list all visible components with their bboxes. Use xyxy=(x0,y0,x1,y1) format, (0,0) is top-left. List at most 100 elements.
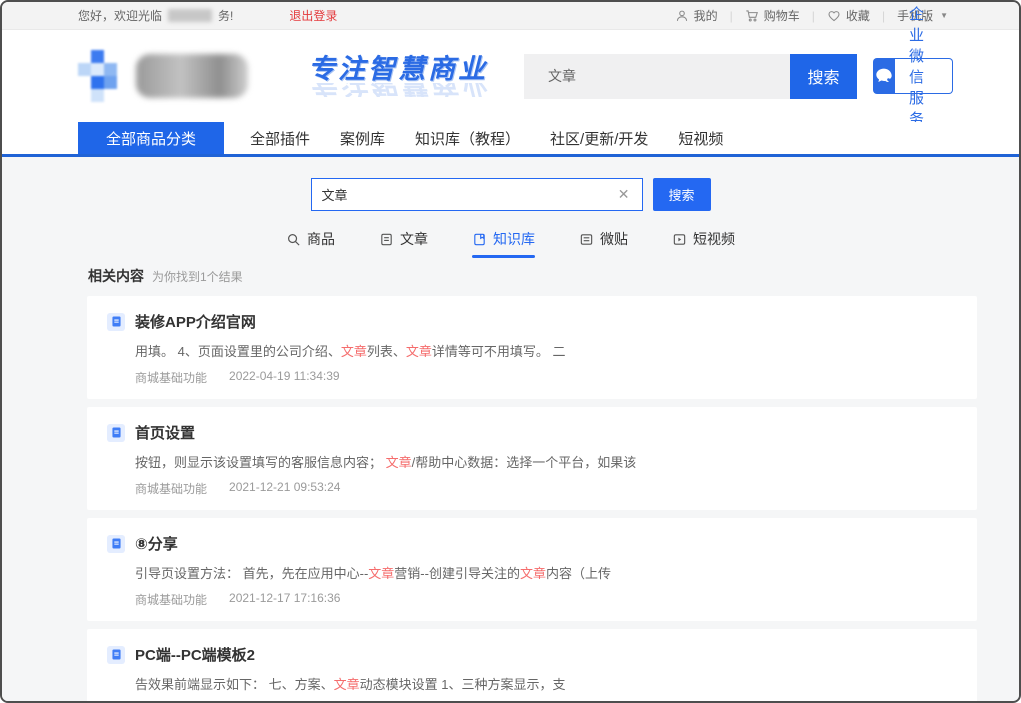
site-logo[interactable] xyxy=(78,50,248,102)
result-list: 装修APP介绍官网用填。 4、页面设置里的公司介绍、文章列表、文章详情等可不用填… xyxy=(87,296,977,701)
result-title: ⑧分享 xyxy=(135,533,178,554)
results-count: 为你找到1个结果 xyxy=(152,268,243,285)
separator: | xyxy=(730,9,733,23)
inner-search-button[interactable]: 搜索 xyxy=(653,178,711,211)
main-nav: 全部商品分类 全部插件 案例库 知识库（教程） 社区/更新/开发 短视频 xyxy=(2,122,1019,157)
header-search: 文章 搜索 xyxy=(524,54,857,99)
tab-label: 知识库 xyxy=(493,229,535,249)
document-icon xyxy=(107,535,125,553)
keyword-highlight: 文章 xyxy=(386,455,412,470)
inner-search: 文章 ✕ 搜索 xyxy=(311,178,711,211)
inner-search-value: 文章 xyxy=(322,185,616,204)
snippet-text: 用填。 4、页面设置里的公司介绍、 xyxy=(135,344,341,359)
nav-item-3[interactable]: 社区/更新/开发 xyxy=(550,128,648,149)
result-date: 2022-04-19 11:34:39 xyxy=(229,369,340,386)
nav-item-1[interactable]: 案例库 xyxy=(340,128,385,149)
result-title: 装修APP介绍官网 xyxy=(135,311,256,332)
result-title: 首页设置 xyxy=(135,422,195,443)
snippet-text: 营销--创建引导关注的 xyxy=(394,566,520,581)
topbar-link-0[interactable]: 我的 xyxy=(675,7,718,24)
nav-item-4[interactable]: 短视频 xyxy=(678,128,723,149)
user-icon xyxy=(675,9,689,23)
result-meta: 商城基础功能 2022-04-19 11:34:39 xyxy=(107,369,957,386)
keyword-highlight: 文章 xyxy=(520,566,546,581)
site-header: 专注智慧商业 专注智慧商业 文章 搜索 企业微信服务商 xyxy=(2,30,1019,122)
tab-label: 商品 xyxy=(307,229,335,249)
snippet-text: 引导页设置方法： 首先，先在应用中心-- xyxy=(135,566,368,581)
book-icon xyxy=(472,232,487,247)
result-date: 2021-12-21 09:53:24 xyxy=(229,480,340,497)
result-item-2[interactable]: ⑧分享引导页设置方法： 首先，先在应用中心--文章营销--创建引导关注的文章内容… xyxy=(87,518,977,621)
result-item-1[interactable]: 首页设置按钮，则显示该设置填写的客服信息内容； 文章/帮助中心数据：选择一个平台… xyxy=(87,407,977,510)
greeting-suffix: 务! xyxy=(218,7,233,24)
tab-3[interactable]: 微贴 xyxy=(579,226,628,252)
video-icon xyxy=(672,232,687,247)
result-meta: 商城基础功能 2021-12-17 17:16:36 xyxy=(107,591,957,608)
browser-window: 您好，欢迎光临 务! 退出登录 我的|购物车|收藏|手机版▼ xyxy=(0,0,1021,703)
heart-icon xyxy=(827,9,841,23)
topbar-link-label: 我的 xyxy=(694,7,718,24)
list-icon xyxy=(579,232,594,247)
nav-item-2[interactable]: 知识库（教程） xyxy=(415,128,520,149)
slogan-reflection: 专注智慧商业 xyxy=(308,83,488,97)
result-category: 商城基础功能 xyxy=(135,369,207,386)
tab-4[interactable]: 短视频 xyxy=(672,226,735,252)
result-category: 商城基础功能 xyxy=(135,480,207,497)
results-header: 相关内容 为你找到1个结果 xyxy=(78,266,968,286)
search-icon xyxy=(286,232,301,247)
result-snippet: 引导页设置方法： 首先，先在应用中心--文章营销--创建引导关注的文章内容（上传 xyxy=(107,563,957,582)
topbar-link-label: 收藏 xyxy=(846,7,870,24)
doc-icon xyxy=(379,232,394,247)
topbar-link-label: 购物车 xyxy=(764,7,800,24)
tab-1[interactable]: 文章 xyxy=(379,226,428,252)
snippet-text: /帮助中心数据：选择一个平台，如果该 xyxy=(412,455,637,470)
all-categories-button[interactable]: 全部商品分类 xyxy=(78,122,224,154)
greeting-area: 您好，欢迎光临 务! 退出登录 xyxy=(78,7,337,24)
keyword-highlight: 文章 xyxy=(341,344,367,359)
topbar-link-1[interactable]: 购物车 xyxy=(745,7,800,24)
topbar-link-2[interactable]: 收藏 xyxy=(827,7,870,24)
logout-link[interactable]: 退出登录 xyxy=(289,7,337,24)
result-meta: 商城基础功能 2021-12-21 09:53:24 xyxy=(107,480,957,497)
snippet-text: 动态模块设置 1、三种方案显示，支 xyxy=(360,677,566,692)
separator: | xyxy=(882,9,885,23)
snippet-text: 详情等可不用填写。 二 xyxy=(432,344,566,359)
wecom-label: 企业微信服务商 xyxy=(895,58,953,94)
greeting-prefix: 您好，欢迎光临 xyxy=(78,7,162,24)
result-snippet: 告效果前端显示如下： 七、方案、文章动态模块设置 1、三种方案显示，支 xyxy=(107,674,957,693)
logo-pixel-icon xyxy=(78,50,130,102)
keyword-highlight: 文章 xyxy=(368,566,394,581)
header-search-button[interactable]: 搜索 xyxy=(790,54,857,99)
result-title: PC端--PC端模板2 xyxy=(135,644,255,665)
cart-icon xyxy=(745,9,759,23)
keyword-highlight: 文章 xyxy=(334,677,360,692)
document-icon xyxy=(107,646,125,664)
result-item-3[interactable]: PC端--PC端模板2 告效果前端显示如下： 七、方案、文章动态模块设置 1、三种… xyxy=(87,629,977,701)
slogan: 专注智慧商业 专注智慧商业 xyxy=(308,56,488,97)
tab-2[interactable]: 知识库 xyxy=(472,226,535,252)
snippet-text: 按钮，则显示该设置填写的客服信息内容； xyxy=(135,455,386,470)
nav-items: 全部插件 案例库 知识库（教程） 社区/更新/开发 短视频 xyxy=(250,122,723,154)
top-utility-bar: 您好，欢迎光临 务! 退出登录 我的|购物车|收藏|手机版▼ xyxy=(2,2,1019,30)
header-search-input[interactable]: 文章 xyxy=(524,54,790,99)
tab-label: 文章 xyxy=(400,229,428,249)
censored-shop-name xyxy=(168,9,212,22)
wecom-service-button[interactable]: 企业微信服务商 xyxy=(873,58,953,94)
result-item-0[interactable]: 装修APP介绍官网用填。 4、页面设置里的公司介绍、文章列表、文章详情等可不用填… xyxy=(87,296,977,399)
result-type-tabs: 商品 文章 知识库 微贴 短视频 xyxy=(2,226,1019,252)
nav-item-0[interactable]: 全部插件 xyxy=(250,128,310,149)
tab-0[interactable]: 商品 xyxy=(286,226,335,252)
separator: | xyxy=(812,9,815,23)
slogan-text: 专注智慧商业 xyxy=(308,54,488,84)
document-icon xyxy=(107,313,125,331)
result-category: 商城基础功能 xyxy=(135,591,207,608)
tab-label: 微贴 xyxy=(600,229,628,249)
inner-search-box[interactable]: 文章 ✕ xyxy=(311,178,643,211)
keyword-highlight: 文章 xyxy=(406,344,432,359)
result-date: 2021-12-17 17:16:36 xyxy=(229,591,340,608)
snippet-text: 内容（上传 xyxy=(546,566,611,581)
result-snippet: 按钮，则显示该设置填写的客服信息内容； 文章/帮助中心数据：选择一个平台，如果该 xyxy=(107,452,957,471)
results-heading: 相关内容 xyxy=(88,266,144,286)
search-results-page: 文章 ✕ 搜索 商品文章知识库微贴短视频 相关内容 为你找到1个结果 装修APP… xyxy=(2,157,1019,701)
clear-search-icon[interactable]: ✕ xyxy=(616,186,632,203)
